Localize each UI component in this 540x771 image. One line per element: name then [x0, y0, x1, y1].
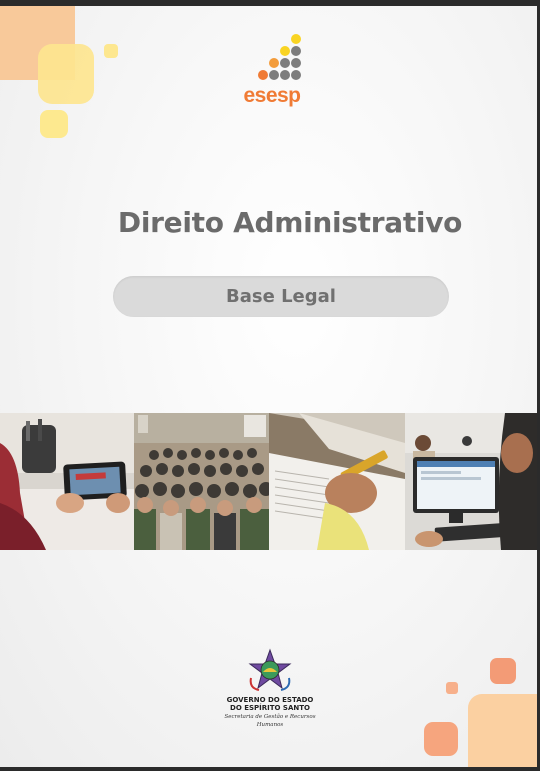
photo-tablet [0, 413, 134, 550]
decor-square [424, 722, 458, 756]
decor-square [40, 110, 68, 138]
decor-square [446, 682, 458, 694]
photo-strip [0, 413, 537, 550]
photo-writing [269, 413, 405, 550]
government-footer: GOVERNO DO ESTADO DO ESPÍRITO SANTO Secr… [215, 648, 325, 729]
footer-line-1: GOVERNO DO ESTADO [226, 696, 314, 704]
document-subtitle: Base Legal [226, 286, 336, 307]
photo-auditorium [134, 413, 269, 550]
decor-square [468, 694, 537, 767]
decor-square [38, 44, 94, 104]
decor-square [490, 658, 516, 684]
footer-line-3: Secretaria de Gestão e Recursos Humanos [224, 714, 316, 728]
esesp-logo-dots-icon [258, 34, 301, 80]
document-title: Direito Administrativo [117, 206, 463, 239]
subtitle-banner: Base Legal [113, 276, 449, 317]
esesp-logo: esesp [232, 34, 312, 124]
photo-computer [405, 413, 537, 550]
cover-page: esesp Direito Administrativo Base Legal [0, 6, 537, 767]
logo-wordmark: esesp [243, 84, 301, 107]
footer-line-2: DO ESPÍRITO SANTO [230, 704, 310, 712]
decor-square [104, 44, 118, 58]
espirito-santo-coat-of-arms-icon [248, 648, 292, 691]
